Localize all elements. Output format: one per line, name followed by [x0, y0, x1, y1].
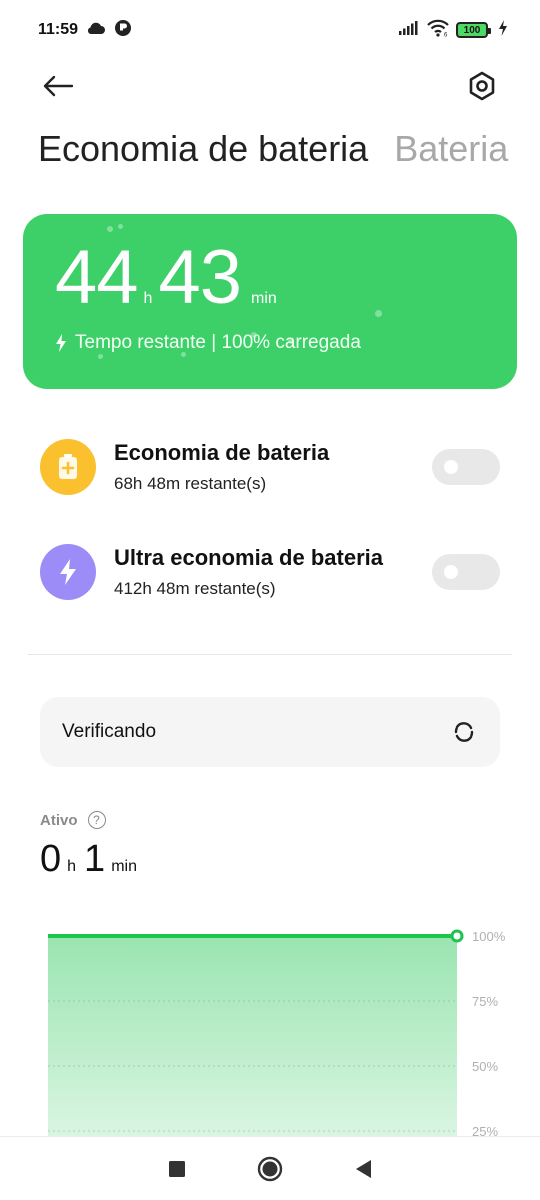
svg-text:6: 6 [444, 32, 448, 37]
battery-saver-toggle[interactable] [432, 449, 500, 485]
y-tick-label: 100% [472, 929, 506, 944]
charging-icon [498, 19, 508, 41]
battery-area [48, 936, 457, 1196]
ultra-battery-saver-title: Ultra economia de bateria [114, 545, 383, 570]
active-hours: 0 [40, 838, 62, 880]
remaining-subtitle-row: Tempo restante | 100% carregada [55, 332, 361, 354]
minutes-unit: min [251, 290, 277, 307]
decor-bubble [107, 226, 113, 232]
battery-point [450, 929, 464, 943]
battery-icon: 100 [456, 22, 491, 38]
active-time: 0 h 1 min [40, 838, 145, 881]
y-tick-label: 75% [472, 994, 498, 1009]
y-tick-label: 25% [472, 1124, 498, 1136]
active-label-row: Ativo ? [40, 811, 106, 829]
status-left: 11:59 [38, 19, 132, 42]
top-bar [0, 62, 540, 110]
toggle-knob [444, 460, 458, 474]
refresh-icon [454, 722, 474, 742]
remaining-subtitle: Tempo restante | 100% carregada [75, 332, 361, 353]
battery-plus-icon [40, 439, 96, 495]
back-button[interactable] [38, 66, 78, 106]
app-notification-icon [114, 19, 132, 42]
home-button[interactable] [250, 1149, 290, 1189]
battery-chart-svg: 100% 75% 50% 25% [48, 929, 506, 1196]
battery-saver-title: Economia de bateria [114, 440, 330, 465]
remaining-hours: 44 [55, 235, 139, 320]
battery-saver-remaining: 68h 48m restante(s) [114, 474, 267, 493]
lightning-icon [40, 544, 96, 600]
active-hours-unit: h [67, 858, 77, 875]
recents-button[interactable] [157, 1149, 197, 1189]
settings-button[interactable] [462, 66, 502, 106]
decor-bubble [98, 354, 103, 359]
remaining-minutes: 43 [158, 235, 242, 320]
lightning-small-icon [56, 334, 66, 352]
home-icon [257, 1156, 283, 1181]
checking-label: Verificando [62, 721, 157, 742]
back-arrow-icon [43, 75, 74, 97]
decor-bubble [118, 224, 123, 229]
navigation-bar [0, 1136, 540, 1200]
status-right: 6 100 [398, 19, 508, 42]
battery-saver-text: Economia de bateria 68h 48m restante(s) [114, 440, 432, 494]
decor-bubble [375, 310, 382, 317]
wifi-icon: 6 [426, 19, 450, 42]
help-icon[interactable]: ? [87, 811, 106, 829]
ultra-battery-saver-text: Ultra economia de bateria 412h 48m resta… [114, 545, 432, 599]
remaining-time: 44 h 43 min [55, 240, 283, 316]
battery-chart: 100% 75% 50% 25% [0, 900, 540, 1196]
tab-battery[interactable]: Bateria [394, 128, 508, 170]
active-minutes: 1 [84, 838, 106, 880]
checking-card[interactable]: Verificando [40, 697, 500, 767]
divider [28, 654, 512, 655]
settings-icon [469, 71, 495, 101]
tab-bar: Economia de bateria Bateria [38, 128, 508, 170]
battery-level: 100 [463, 24, 481, 36]
active-label: Ativo [40, 811, 78, 829]
y-tick-label: 50% [472, 1059, 498, 1074]
recents-icon [168, 1160, 185, 1177]
ultra-battery-saver-remaining: 412h 48m restante(s) [114, 579, 276, 598]
back-icon [356, 1159, 372, 1178]
active-minutes-unit: min [111, 858, 137, 875]
status-time: 11:59 [38, 21, 79, 38]
hours-unit: h [143, 290, 153, 307]
battery-saver-row[interactable]: Economia de bateria 68h 48m restante(s) [40, 437, 500, 497]
toggle-knob [444, 565, 458, 579]
signal-icon [398, 20, 420, 41]
ultra-battery-saver-toggle[interactable] [432, 554, 500, 590]
ultra-battery-saver-row[interactable]: Ultra economia de bateria 412h 48m resta… [40, 542, 500, 602]
back-nav-button[interactable] [343, 1149, 383, 1189]
tab-battery-saver[interactable]: Economia de bateria [38, 128, 368, 170]
remaining-time-card: 44 h 43 min Tempo restante | 100% carreg… [23, 214, 517, 389]
status-bar: 11:59 6 100 [0, 0, 540, 60]
cloud-icon [86, 21, 106, 40]
